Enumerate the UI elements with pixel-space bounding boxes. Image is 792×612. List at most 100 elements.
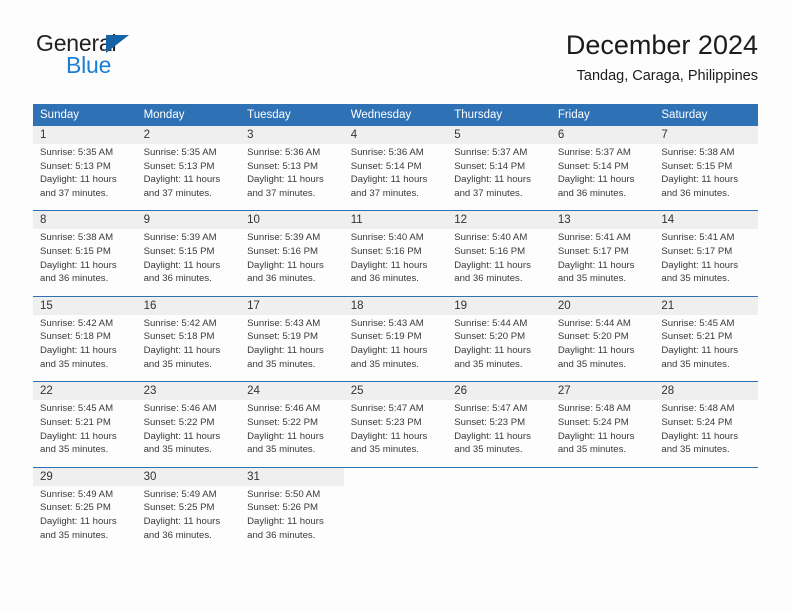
brand-logo[interactable]: General Blue [34, 28, 174, 84]
day-info-line: Daylight: 11 hours [350, 174, 428, 186]
day-info-line: Sunrise: 5:46 AM [143, 403, 217, 415]
triangle-flag-icon [106, 35, 129, 53]
day-info-line: and 35 minutes. [661, 273, 730, 285]
day-number[interactable]: 1 [33, 126, 137, 144]
day-info: Sunrise: 5:44 AM Sunset: 5:20 PM Daylight:… [447, 314, 551, 382]
day-info-line: Daylight: 11 hours [350, 345, 428, 357]
day-info: Sunrise: 5:49 AM Sunset: 5:25 PM Daylight:… [136, 485, 241, 553]
day-number[interactable]: 6 [550, 126, 655, 144]
day-number[interactable]: 12 [447, 210, 551, 230]
day-info: Sunrise: 5:41 AM Sunset: 5:17 PM Daylight:… [654, 229, 758, 297]
day-info: Sunrise: 5:43 AM Sunset: 5:19 PM Daylight:… [343, 314, 448, 382]
day-number[interactable]: 10 [240, 210, 344, 230]
day-number[interactable]: 13 [550, 210, 655, 230]
day-number[interactable]: 5 [447, 126, 551, 144]
day-number[interactable]: 27 [550, 381, 655, 401]
day-info: Sunrise: 5:45 AM Sunset: 5:21 PM Daylight:… [654, 314, 758, 382]
day-number[interactable]: 14 [654, 210, 758, 230]
day-info: Sunrise: 5:38 AM Sunset: 5:15 PM Daylight:… [654, 144, 758, 211]
day-info-line: Sunrise: 5:44 AM [557, 317, 631, 329]
day-number[interactable]: 30 [136, 466, 241, 486]
day-info-line: Sunrise: 5:39 AM [143, 232, 217, 244]
day-info-line: Daylight: 11 hours [143, 430, 221, 442]
day-number[interactable]: 17 [240, 295, 344, 315]
day-info-line: and 36 minutes. [143, 529, 212, 541]
day-info-line: Daylight: 11 hours [557, 259, 635, 271]
day-info-line: and 36 minutes. [557, 187, 627, 199]
day-info: Sunrise: 5:37 AM Sunset: 5:14 PM Daylight:… [550, 144, 655, 211]
day-info-line: Sunset: 5:16 PM [247, 246, 319, 258]
weekday-header-friday: Friday [550, 104, 655, 126]
day-info-line: Sunrise: 5:49 AM [143, 488, 217, 500]
day-info-line: Daylight: 11 hours [247, 345, 324, 357]
day-info-line: and 35 minutes. [454, 358, 523, 370]
day-info-line: Daylight: 11 hours [350, 259, 428, 271]
day-number[interactable]: 24 [240, 381, 344, 401]
day-info-line: Sunset: 5:15 PM [40, 246, 111, 258]
day-info-line: and 37 minutes. [40, 187, 109, 199]
day-info: Sunrise: 5:40 AM Sunset: 5:16 PM Daylight:… [447, 229, 551, 297]
week-daynumber-row: 15 16 17 18 19 20 21 [33, 295, 758, 315]
day-number[interactable]: 29 [33, 466, 137, 486]
day-info-line: Sunset: 5:22 PM [247, 416, 319, 428]
day-info-line: Daylight: 11 hours [557, 430, 635, 442]
day-info-line: Sunrise: 5:45 AM [661, 317, 735, 329]
day-info: Sunrise: 5:48 AM Sunset: 5:24 PM Daylight:… [654, 400, 758, 468]
day-number[interactable]: 25 [343, 381, 448, 401]
day-number[interactable]: 15 [33, 295, 137, 315]
day-number-empty [654, 466, 758, 486]
day-info-line: Sunset: 5:16 PM [454, 246, 526, 258]
day-info-line: Daylight: 11 hours [247, 515, 324, 527]
day-info-line: Sunrise: 5:48 AM [661, 403, 735, 415]
day-number[interactable]: 16 [136, 295, 241, 315]
day-info-line: Sunset: 5:25 PM [40, 502, 111, 514]
day-info-line: Daylight: 11 hours [557, 174, 635, 186]
day-number[interactable]: 3 [240, 126, 344, 144]
day-number[interactable]: 18 [343, 295, 448, 315]
day-info-line: Sunset: 5:20 PM [557, 331, 629, 343]
day-info-line: Sunrise: 5:42 AM [40, 317, 114, 329]
day-number[interactable]: 31 [240, 466, 344, 486]
day-info-line: and 35 minutes. [247, 444, 316, 456]
day-info-line: Sunset: 5:13 PM [247, 160, 319, 172]
weekday-header-sunday: Sunday [33, 104, 137, 126]
day-info-line: Daylight: 11 hours [40, 430, 117, 442]
day-info-line: Sunrise: 5:35 AM [143, 147, 217, 158]
day-number[interactable]: 21 [654, 295, 758, 315]
calendar-table: Sunday Monday Tuesday Wednesday Thursday… [33, 104, 758, 553]
day-number[interactable]: 23 [136, 381, 241, 401]
day-info-line: Sunrise: 5:44 AM [454, 317, 528, 329]
day-number[interactable]: 19 [447, 295, 551, 315]
day-info-line: Sunset: 5:20 PM [454, 331, 526, 343]
day-number[interactable]: 26 [447, 381, 551, 401]
day-number[interactable]: 2 [136, 126, 241, 144]
weekday-header-wednesday: Wednesday [343, 104, 448, 126]
day-number[interactable]: 7 [654, 126, 758, 144]
day-number[interactable]: 20 [550, 295, 655, 315]
day-number[interactable]: 8 [33, 210, 137, 230]
day-info: Sunrise: 5:43 AM Sunset: 5:19 PM Daylight:… [240, 314, 344, 382]
day-info-line: Sunset: 5:14 PM [557, 160, 629, 172]
day-info-line: and 35 minutes. [557, 444, 627, 456]
day-number[interactable]: 22 [33, 381, 137, 401]
day-info-line: Sunset: 5:15 PM [143, 246, 215, 258]
day-info-line: Daylight: 11 hours [247, 430, 324, 442]
day-info-empty [654, 485, 758, 553]
day-info-line: Sunrise: 5:47 AM [350, 403, 424, 415]
day-info-line: Sunrise: 5:46 AM [247, 403, 321, 415]
day-number[interactable]: 4 [343, 126, 448, 144]
day-info: Sunrise: 5:46 AM Sunset: 5:22 PM Daylight:… [136, 400, 241, 468]
week-info-row: Sunrise: 5:42 AM Sunset: 5:18 PM Daylight:… [33, 314, 758, 382]
day-info-line: and 36 minutes. [143, 273, 212, 285]
day-info-line: Sunset: 5:14 PM [454, 160, 526, 172]
day-number[interactable]: 28 [654, 381, 758, 401]
day-info-line: and 35 minutes. [661, 358, 730, 370]
day-number[interactable]: 9 [136, 210, 241, 230]
day-info: Sunrise: 5:35 AM Sunset: 5:13 PM Daylight:… [136, 144, 241, 211]
day-info-line: and 37 minutes. [454, 187, 523, 199]
day-info-line: Sunrise: 5:43 AM [247, 317, 321, 329]
day-info-line: Sunset: 5:25 PM [143, 502, 215, 514]
day-number[interactable]: 11 [343, 210, 448, 230]
day-info-line: Sunrise: 5:36 AM [247, 147, 321, 158]
day-info-line: and 37 minutes. [350, 187, 419, 199]
